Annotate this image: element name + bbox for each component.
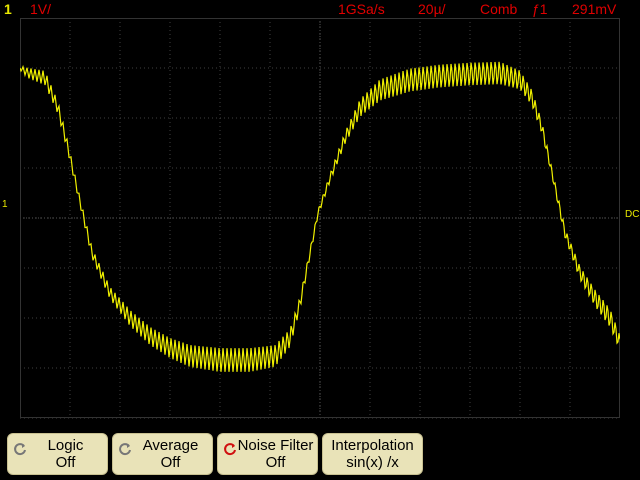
waveform-display: [20, 18, 620, 421]
softkey-bar: Logic Off Average Off Noise Filter Off I…: [0, 428, 640, 480]
channel-scale: 1V/: [30, 1, 52, 17]
sample-rate: 1GSa/s: [338, 1, 385, 17]
ch1-ground-marker: 1: [2, 199, 8, 210]
time-scale: 20µ/: [418, 1, 446, 17]
logic-value: Off: [55, 454, 76, 471]
noise-filter-label: Noise Filter: [237, 437, 314, 454]
channel1-waveform: [20, 61, 620, 372]
logic-label: Logic: [47, 437, 84, 454]
interpolation-label: Interpolation: [331, 437, 414, 454]
trigger-level-marker: DC: [625, 209, 640, 220]
waveform-trace: [20, 61, 620, 372]
average-label: Average: [142, 437, 199, 454]
trigger-level: 291mV: [572, 1, 617, 17]
interpolation-softkey[interactable]: Interpolation sin(x) /x: [322, 433, 423, 475]
acquisition-mode: Comb: [480, 1, 518, 17]
average-value: Off: [160, 454, 181, 471]
interpolation-value: sin(x) /x: [346, 454, 399, 471]
noise-filter-softkey[interactable]: Noise Filter Off: [217, 433, 318, 475]
noise-filter-value: Off: [265, 454, 286, 471]
trigger-source: ƒ1: [532, 1, 548, 17]
status-bar: 1 1V/ 1GSa/s 20µ/ Comb ƒ1 291mV: [0, 0, 640, 18]
average-softkey[interactable]: Average Off: [112, 433, 213, 475]
logic-softkey[interactable]: Logic Off: [7, 433, 108, 475]
channel-number: 1: [4, 1, 12, 17]
